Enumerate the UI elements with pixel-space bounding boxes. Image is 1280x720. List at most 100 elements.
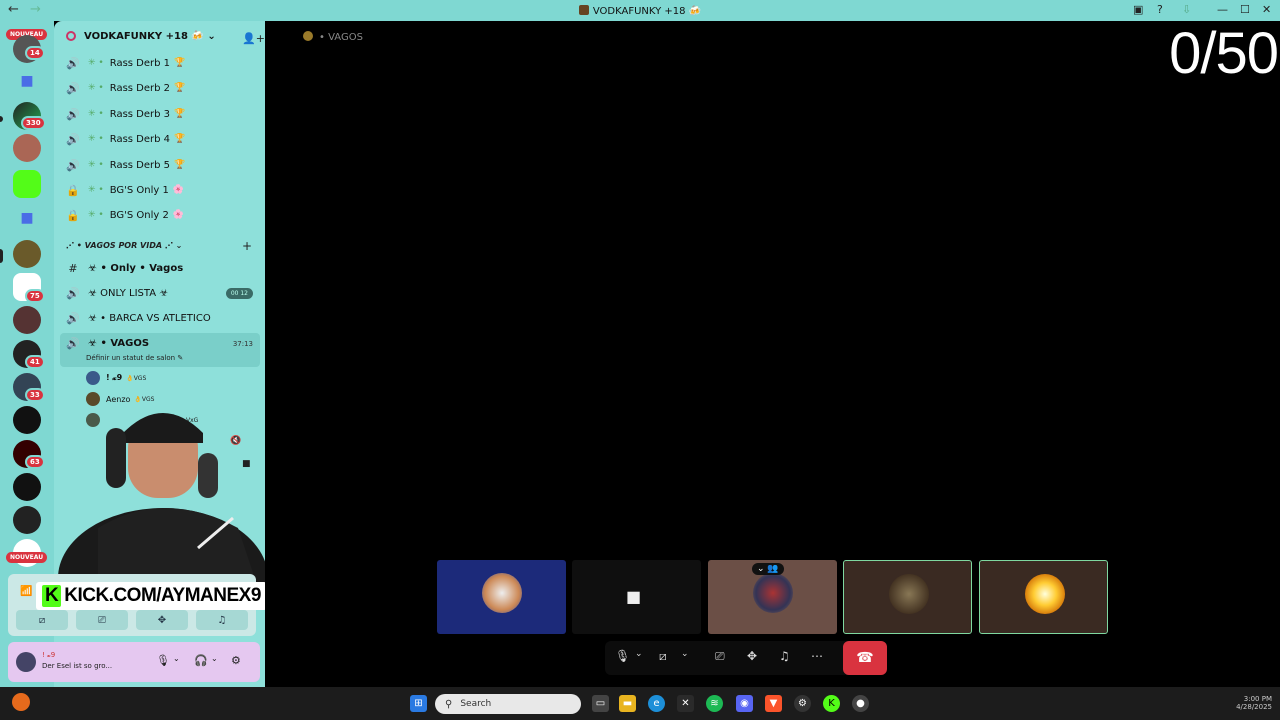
activities-icon: ✥ [157,614,167,626]
kick-server-icon[interactable] [13,170,41,198]
file-explorer-icon[interactable]: ▬ [619,695,636,712]
channel-status[interactable]: Définir un statut de salon ✎ [86,354,183,362]
spotify-icon[interactable]: ≋ [706,695,723,712]
voice-stage: • VAGOS 0/50 ■ ⌄ 👥 🎙 ⌄ ⧄ ⌄ ⎚ ✥ ♫ ⋯ ☎ [265,21,1280,687]
invite-icon[interactable]: 👤+ [242,32,265,45]
channel-rass-derb-3[interactable]: 🔊 ✳ • Rass Derb 3 🏆 [66,104,258,124]
disconnect-button[interactable]: ☎ [843,641,887,675]
user-count-pill: 00 12 [225,288,253,299]
participant-tile[interactable] [979,560,1108,634]
guild-header[interactable]: VODKAFUNKY +18 🍻 ⌄ [66,31,216,42]
screen-share-icon[interactable]: ⎚ [715,649,725,664]
avatar [1025,574,1065,614]
channel-rass-derb-5[interactable]: 🔊 ✳ • Rass Derb 5 🏆 [66,155,258,175]
xbox-icon[interactable]: ✕ [677,695,694,712]
taskbar: ⊞ ⚲ Search ▭ ▬ e ✕ ≋ ◉ ▼ ⚙ K ● 3:00 PM 4/2… [0,687,1280,720]
speaker-icon: 🔊 [66,132,80,146]
new-badge: NOUVEAU [6,552,48,563]
video-camera-icon: ■ [626,587,642,606]
screen-share-button[interactable]: ⎚ [76,610,128,630]
biohazard-icon [303,31,313,41]
settings-icon[interactable]: ⚙ [794,695,811,712]
speaker-icon: 🔊 [66,286,80,300]
channel-rass-derb-2[interactable]: 🔊 ✳ • Rass Derb 2 🏆 [66,78,258,98]
participant-tile[interactable] [437,560,566,634]
microphone-icon[interactable]: 🎙 [615,649,630,663]
channel-vagos[interactable]: 🔊 ☣ • VAGOS [66,333,258,353]
discord-icon[interactable]: ◉ [736,695,753,712]
search-input[interactable]: ⚲ Search [435,694,581,714]
activities-icon[interactable]: ✥ [747,649,757,663]
brave-icon[interactable]: ▼ [765,695,782,712]
folder-icon[interactable]: ■ [13,204,41,232]
more-icon[interactable]: ⋯ [811,649,823,663]
microphone-icon[interactable]: 🎙 [156,654,170,667]
server-icon[interactable] [13,406,41,434]
server-icon[interactable] [13,134,41,162]
edge-icon[interactable]: e [648,695,665,712]
gear-icon[interactable]: ⚙ [231,654,241,667]
app-icon[interactable]: ● [852,695,869,712]
voice-member[interactable]: ! 𝔁9 👌VGS [86,369,146,387]
hang-up-icon: ☎ [856,650,874,666]
camera-off-icon: ⧄ [38,614,46,626]
mention-badge: 33 [25,388,45,402]
participant-tile[interactable] [843,560,972,634]
maximize-button[interactable]: ☐ [1240,3,1250,16]
folder-icon[interactable]: ■ [13,67,41,95]
server-icon[interactable] [13,506,41,534]
speaker-icon: 🔊 [66,158,80,172]
lock-icon: 🔒 [66,208,80,222]
start-icon[interactable]: ⊞ [410,695,427,712]
avatar [889,574,929,614]
speaker-icon: 🔊 [66,311,80,325]
task-view-icon[interactable]: ▭ [592,695,609,712]
widget-icon[interactable] [12,693,30,711]
unread-pill [0,116,3,122]
channel-header: • VAGOS [303,31,363,43]
help-icon[interactable]: ? [1157,3,1163,16]
server-icon[interactable] [13,473,41,501]
soundboard-icon[interactable]: ♫ [779,649,790,663]
mention-badge: 330 [21,116,46,130]
server-icon[interactable] [13,240,41,268]
channel-barca-vs-atletico[interactable]: 🔊 ☣ • BARCA VS ATLETICO [66,308,258,328]
channel-rass-derb-1[interactable]: 🔊 ✳ • Rass Derb 1 🏆 [66,53,258,73]
chevron-down-icon[interactable]: ⌄ [173,654,180,663]
channel-only-vagos[interactable]: # ☣ • Only • Vagos [66,258,258,278]
window-title: VODKAFUNKY +18 🍻 [0,5,1280,17]
channel-rass-derb-4[interactable]: 🔊 ✳ • Rass Derb 4 🏆 [66,129,258,149]
channel-bgs-only-1[interactable]: 🔒 ✳ • BG'S Only 1 🌸 [66,180,258,200]
avatar[interactable] [16,652,36,672]
headphones-icon[interactable]: 🎧 [194,654,208,667]
mention-badge: 14 [25,46,45,60]
inbox-icon[interactable]: ▣ [1133,3,1143,16]
streamer-webcam [58,413,268,588]
kick-app-icon[interactable]: K [823,695,840,712]
add-user-icon[interactable]: ⌄ 👥 [752,563,784,575]
chevron-down-icon[interactable]: ⌄ [635,649,643,659]
channel-bgs-only-2[interactable]: 🔒 ✳ • BG'S Only 2 🌸 [66,205,258,225]
chevron-down-icon[interactable]: ⌄ [211,654,218,663]
call-timer: 37:13 [232,340,253,348]
download-icon[interactable]: ⇩ [1182,3,1191,16]
participant-tile[interactable]: ⌄ 👥 [708,560,837,634]
camera-toggle-button[interactable]: ⧄ [16,610,68,630]
speaker-icon: 🔊 [66,107,80,121]
add-channel-icon[interactable]: + [242,239,252,253]
activities-button[interactable]: ✥ [136,610,188,630]
mention-badge: 41 [25,355,45,369]
search-icon: ⚲ [445,698,453,710]
soundboard-button[interactable]: ♫ [196,610,248,630]
username: ! 𝔁9 [42,651,56,659]
title-bar: ← → VODKAFUNKY +18 🍻 ▣ ? ⇩ — ☐ ✕ [0,0,1280,21]
minimize-button[interactable]: — [1217,3,1228,16]
participant-tile[interactable]: ■ [572,560,701,634]
camera-off-icon[interactable]: ⧄ [659,649,667,664]
system-tray[interactable]: 3:00 PM 4/28/2025 [1236,695,1272,711]
chevron-down-icon[interactable]: ⌄ [681,649,689,659]
close-button[interactable]: ✕ [1262,3,1271,16]
category-vagos-por-vida[interactable]: ⋰ • VAGOS POR VIDA ⋰ ⌄ [66,241,182,250]
kick-watermark: K KICK.COM/AYMANEX9 [36,582,267,610]
server-icon[interactable] [13,306,41,334]
